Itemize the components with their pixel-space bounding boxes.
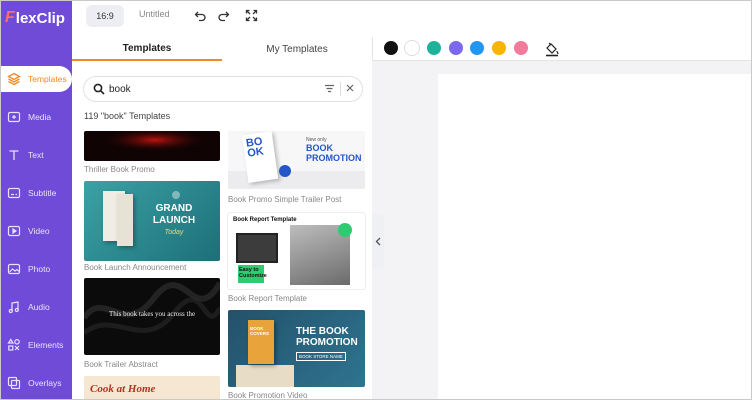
color-swatch-blue[interactable]	[470, 41, 484, 55]
thumb-text: Cook at Home	[90, 383, 156, 395]
table-surface	[236, 365, 294, 387]
color-toolbar	[372, 37, 751, 61]
thumb-text: BO OK	[245, 135, 265, 160]
app-window: F lexClip Templates Media Text Subtitle …	[0, 0, 752, 400]
text-icon	[4, 145, 24, 165]
sidebar-item-label: Elements	[28, 340, 64, 350]
collapse-panel-button[interactable]	[372, 214, 384, 268]
book-mockup: BO OK	[241, 131, 279, 183]
search-input[interactable]	[109, 83, 309, 95]
sidebar-item-label: Overlays	[28, 378, 62, 388]
thumb-text: GRAND LAUNCH Today	[152, 203, 196, 236]
sidebar-item-label: Subtitle	[28, 188, 57, 198]
thriller-thumb-art	[84, 131, 220, 161]
template-book-report[interactable]: Book Report Template Easy to Customize	[228, 213, 365, 289]
sidebar-item-media[interactable]: Media	[1, 104, 72, 130]
sidebar-item-photo[interactable]: Photo	[1, 256, 72, 282]
audio-icon	[4, 297, 24, 317]
thumb-text: BOOK STORE NAME	[296, 352, 346, 361]
workspace	[372, 61, 751, 399]
thumb-text: BOOK PROMOTION	[306, 143, 362, 163]
badge-dot	[172, 191, 180, 199]
clear-search-icon[interactable]	[345, 83, 355, 93]
document-title[interactable]: Untitled	[139, 9, 170, 19]
aspect-ratio-button[interactable]: 16:9	[86, 5, 124, 27]
filter-icon[interactable]	[324, 83, 335, 94]
thumb-text: THE BOOK PROMOTION	[296, 326, 358, 348]
media-icon	[4, 107, 24, 127]
panel-tabs: Templates My Templates	[72, 37, 372, 61]
layers-icon	[4, 69, 24, 89]
search-bar	[84, 77, 362, 101]
thumb-text: BOOK COVERS	[250, 326, 270, 336]
template-book-promotion-video[interactable]: BOOK COVERS THE BOOK PROMOTION BOOK STOR…	[228, 310, 365, 387]
sidebar-item-subtitle[interactable]: Subtitle	[1, 180, 72, 206]
sidebar-item-label: Templates	[28, 74, 67, 84]
sidebar-item-label: Text	[28, 150, 44, 160]
chevron-left-icon	[375, 237, 381, 246]
video-icon	[4, 221, 24, 241]
template-caption: Book Report Template	[228, 294, 308, 303]
search-icon	[93, 83, 105, 95]
thumb-text: Book Report Template	[233, 217, 297, 223]
tab-templates[interactable]: Templates	[72, 37, 222, 61]
template-caption: Book Promo Simple Trailer Post	[228, 195, 342, 204]
badge-dot	[279, 165, 291, 177]
top-toolbar: 16:9 Untitled	[72, 1, 751, 37]
color-swatch-yellow[interactable]	[492, 41, 506, 55]
sidebar: F lexClip Templates Media Text Subtitle …	[1, 1, 72, 399]
sidebar-item-templates[interactable]: Templates	[1, 66, 72, 92]
template-cook-at-home[interactable]: Cook at Home	[84, 376, 220, 399]
tab-my-templates[interactable]: My Templates	[222, 37, 372, 61]
color-swatch-pink[interactable]	[514, 41, 528, 55]
paint-bucket-icon[interactable]	[544, 41, 560, 57]
color-swatch-black[interactable]	[384, 41, 398, 55]
subtitle-icon	[4, 183, 24, 203]
video-canvas[interactable]	[438, 74, 751, 399]
undo-icon[interactable]	[193, 8, 207, 22]
badge-dot	[338, 223, 352, 237]
sidebar-item-elements[interactable]: Elements	[1, 332, 72, 358]
sidebar-item-video[interactable]: Video	[1, 218, 72, 244]
color-swatch-purple[interactable]	[449, 41, 463, 55]
monitor-mockup	[236, 233, 278, 263]
thumb-text: This book takes you across the	[108, 310, 196, 318]
elements-icon	[4, 335, 24, 355]
sidebar-item-overlays[interactable]: Overlays	[1, 370, 72, 396]
redo-icon[interactable]	[216, 8, 230, 22]
logo-letter: F	[5, 9, 15, 26]
sidebar-item-label: Video	[28, 226, 50, 236]
template-caption: Book Promotion Video	[228, 391, 308, 400]
sidebar-item-audio[interactable]: Audio	[1, 294, 72, 320]
flexclip-logo[interactable]: F lexClip	[5, 7, 65, 29]
thumb-text: Easy to Customize	[239, 267, 267, 279]
fullscreen-icon[interactable]	[244, 8, 258, 22]
sidebar-item-label: Audio	[28, 302, 50, 312]
book-mockup: BOOK COVERS	[248, 320, 274, 364]
result-count: 119 "book" Templates	[84, 111, 171, 121]
search-divider	[340, 82, 341, 96]
template-thriller-book-promo[interactable]	[84, 131, 220, 161]
sidebar-item-text[interactable]: Text	[1, 142, 72, 168]
template-caption: Thriller Book Promo	[84, 165, 155, 174]
overlays-icon	[4, 373, 24, 393]
color-swatch-white[interactable]	[405, 41, 419, 55]
color-swatch-teal[interactable]	[427, 41, 441, 55]
template-caption: Book Trailer Abstract	[84, 360, 158, 369]
photo-icon	[4, 259, 24, 279]
templates-panel: 119 "book" Templates Thriller Book Promo…	[72, 61, 372, 400]
sidebar-item-label: Photo	[28, 264, 51, 274]
logo-text: lexClip	[15, 9, 65, 27]
book-mockup	[117, 194, 133, 246]
template-book-launch-announcement[interactable]: GRAND LAUNCH Today	[84, 181, 220, 261]
template-book-promo-simple-trailer-post[interactable]: BO OK New only BOOK PROMOTION	[228, 131, 365, 189]
template-caption: Book Launch Announcement	[84, 263, 187, 272]
template-book-trailer-abstract[interactable]: This book takes you across the	[84, 278, 220, 355]
sidebar-item-label: Media	[28, 112, 52, 122]
